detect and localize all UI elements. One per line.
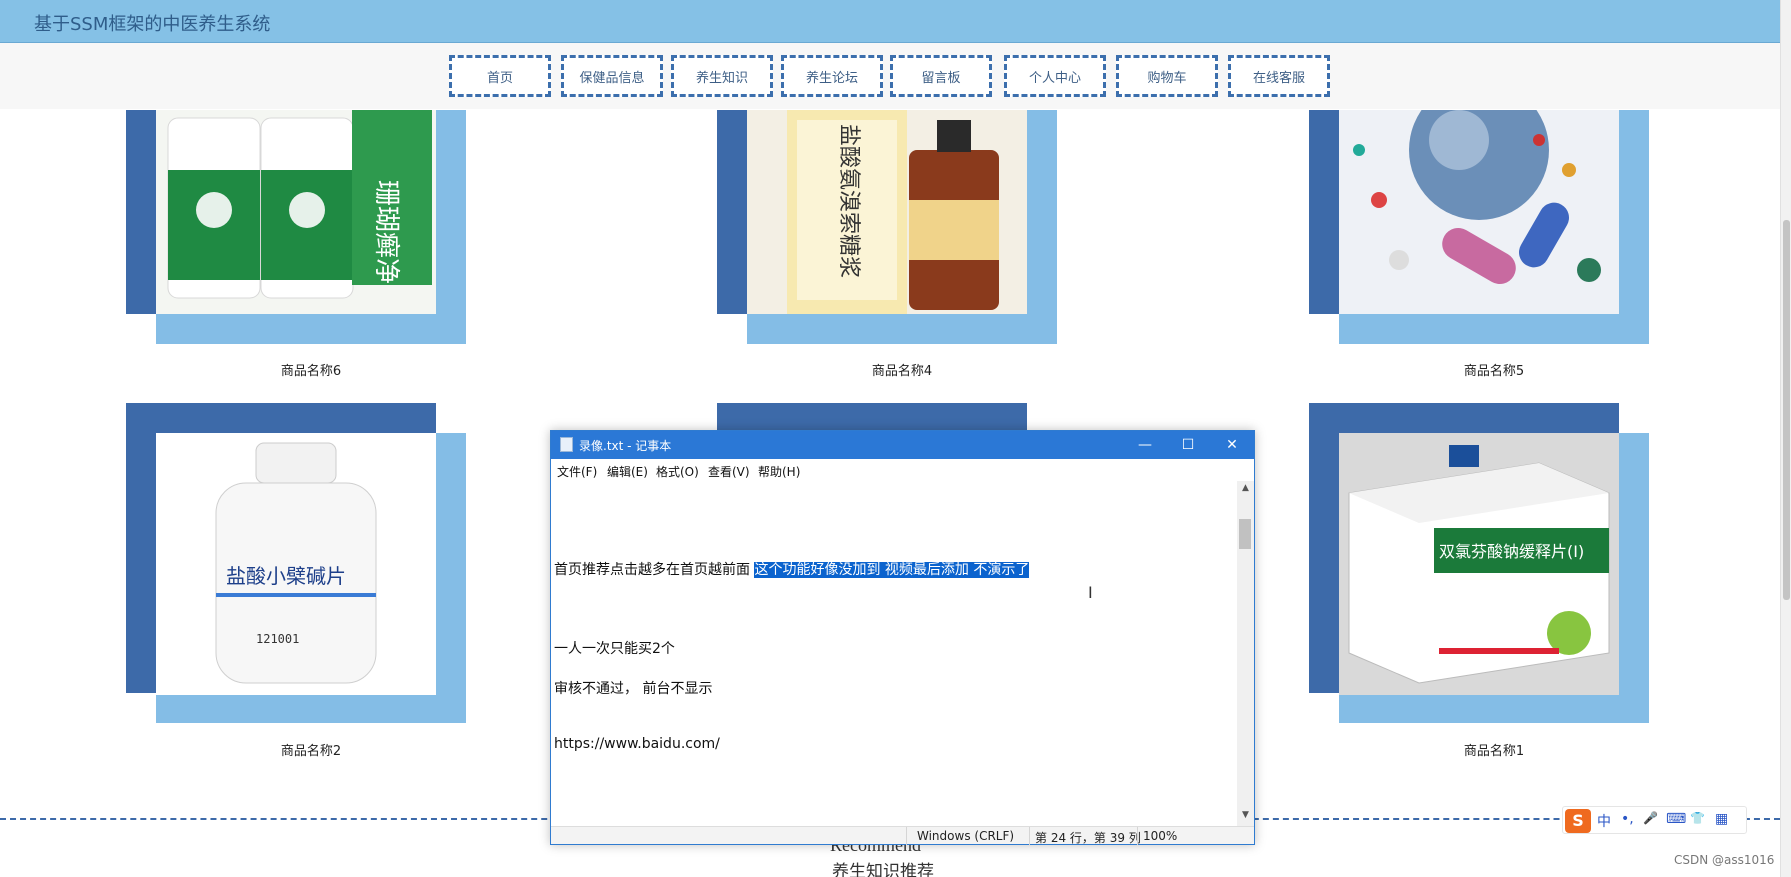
menu-file[interactable]: 文件(F) — [557, 463, 597, 480]
notepad-title: 录像.txt - 记事本 — [579, 439, 672, 453]
microphone-icon[interactable]: 🎤 — [1643, 811, 1658, 825]
svg-text:121001: 121001 — [256, 632, 299, 646]
notepad-scrollbar[interactable]: ▲ ▼ — [1237, 481, 1254, 826]
sogou-logo-icon[interactable]: S — [1565, 809, 1591, 833]
status-zoom: 100% — [1143, 829, 1178, 843]
product-name[interactable]: 商品名称1 — [1314, 740, 1674, 759]
nav-item-personal-center[interactable]: 个人中心 — [1004, 55, 1106, 97]
product-image[interactable]: 盐酸氨溴索糖浆 — [747, 110, 1027, 314]
menu-view[interactable]: 查看(V) — [708, 463, 750, 480]
notepad-window[interactable]: 录像.txt - 记事本 — ☐ ✕ 文件(F) 编辑(E) 格式(O) 查看(… — [550, 430, 1255, 845]
skin-icon[interactable]: 👕 — [1690, 811, 1705, 825]
scroll-down-icon[interactable]: ▼ — [1237, 810, 1254, 824]
main-nav: 首页 保健品信息 养生知识 养生论坛 留言板 个人中心 购物车 在线客服 — [0, 43, 1780, 109]
site-header: 基于SSM框架的中医养生系统 — [0, 0, 1780, 43]
minimize-button[interactable]: — — [1124, 431, 1166, 459]
text-line: 首页推荐点击越多在首页越前面 这个功能好像没加到 视频最后添加 不演示了 — [554, 559, 1030, 579]
status-encoding: Windows (CRLF) — [917, 829, 1015, 843]
recommend-title-cn: 养生知识推荐 — [832, 862, 934, 877]
text-line: 一人一次只能买2个 — [554, 641, 675, 657]
text-cursor-icon: I — [1088, 583, 1093, 602]
product-label-text: 盐酸小檗碱片 — [226, 564, 346, 588]
text-line: https://www.baidu.com/ — [554, 736, 720, 752]
ime-mode-toggle[interactable]: 中 — [1597, 811, 1611, 831]
text-selection: 这个功能好像没加到 视频最后添加 不演示了 — [754, 562, 1030, 578]
scroll-thumb[interactable] — [1239, 519, 1251, 549]
product-label-text: 双氯芬酸钠缓释片(I) — [1439, 542, 1584, 561]
keyboard-icon[interactable]: ⌨ — [1666, 811, 1686, 827]
menu-help[interactable]: 帮助(H) — [758, 463, 800, 480]
nav-item-message-board[interactable]: 留言板 — [890, 55, 992, 97]
menu-format[interactable]: 格式(O) — [656, 463, 699, 480]
nav-item-home[interactable]: 首页 — [449, 55, 551, 97]
menu-edit[interactable]: 编辑(E) — [607, 463, 648, 480]
product-image[interactable]: 珊瑚癣净 — [156, 110, 436, 314]
nav-item-cart[interactable]: 购物车 — [1116, 55, 1218, 97]
product-name[interactable]: 商品名称2 — [131, 740, 491, 759]
product-image[interactable] — [1339, 110, 1619, 314]
nav-item-health-products[interactable]: 保健品信息 — [561, 55, 663, 97]
nav-item-online-service[interactable]: 在线客服 — [1228, 55, 1330, 97]
toolbox-grid-icon[interactable]: ▦ — [1715, 811, 1728, 827]
site-title: 基于SSM框架的中医养生系统 — [34, 14, 271, 35]
text-line: 审核不通过， 前台不显示 — [554, 681, 713, 697]
product-name[interactable]: 商品名称4 — [722, 360, 1082, 379]
notepad-icon — [560, 437, 573, 452]
notepad-statusbar: Windows (CRLF) 第 24 行，第 39 列 100% — [551, 826, 1254, 845]
browser-page: 基于SSM框架的中医养生系统 首页 保健品信息 养生知识 养生论坛 留言板 个人… — [0, 0, 1791, 877]
maximize-button[interactable]: ☐ — [1167, 431, 1209, 459]
nav-item-forum[interactable]: 养生论坛 — [781, 55, 883, 97]
notepad-text-area[interactable]: 首页推荐点击越多在首页越前面 这个功能好像没加到 视频最后添加 不演示了 一人一… — [551, 481, 1237, 826]
product-label-text: 珊瑚癣净 — [371, 180, 401, 284]
product-name[interactable]: 商品名称5 — [1314, 360, 1674, 379]
scroll-up-icon[interactable]: ▲ — [1237, 483, 1254, 497]
notepad-menubar: 文件(F) 编辑(E) 格式(O) 查看(V) 帮助(H) — [551, 459, 1254, 481]
product-label-text: 盐酸氨溴索糖浆 — [836, 124, 861, 278]
product-image[interactable]: 盐酸小檗碱片 121001 — [156, 433, 436, 695]
watermark: CSDN @ass1016 — [1674, 853, 1775, 867]
nav-item-health-knowledge[interactable]: 养生知识 — [671, 55, 773, 97]
product-name[interactable]: 商品名称6 — [131, 360, 491, 379]
status-position: 第 24 行，第 39 列 — [1035, 831, 1141, 845]
product-image[interactable]: 双氯芬酸钠缓释片(I) — [1339, 433, 1619, 695]
punctuation-icon[interactable]: •, — [1621, 811, 1634, 827]
ime-toolbar[interactable]: S 中 •, 🎤 ⌨ 👕 ▦ — [1562, 806, 1747, 834]
text-line-plain: 首页推荐点击越多在首页越前面 — [554, 562, 750, 578]
page-scroll-thumb[interactable] — [1783, 220, 1790, 600]
notepad-titlebar[interactable]: 录像.txt - 记事本 — ☐ ✕ — [551, 431, 1254, 459]
page-scrollbar[interactable] — [1780, 0, 1791, 877]
close-button[interactable]: ✕ — [1211, 431, 1253, 459]
